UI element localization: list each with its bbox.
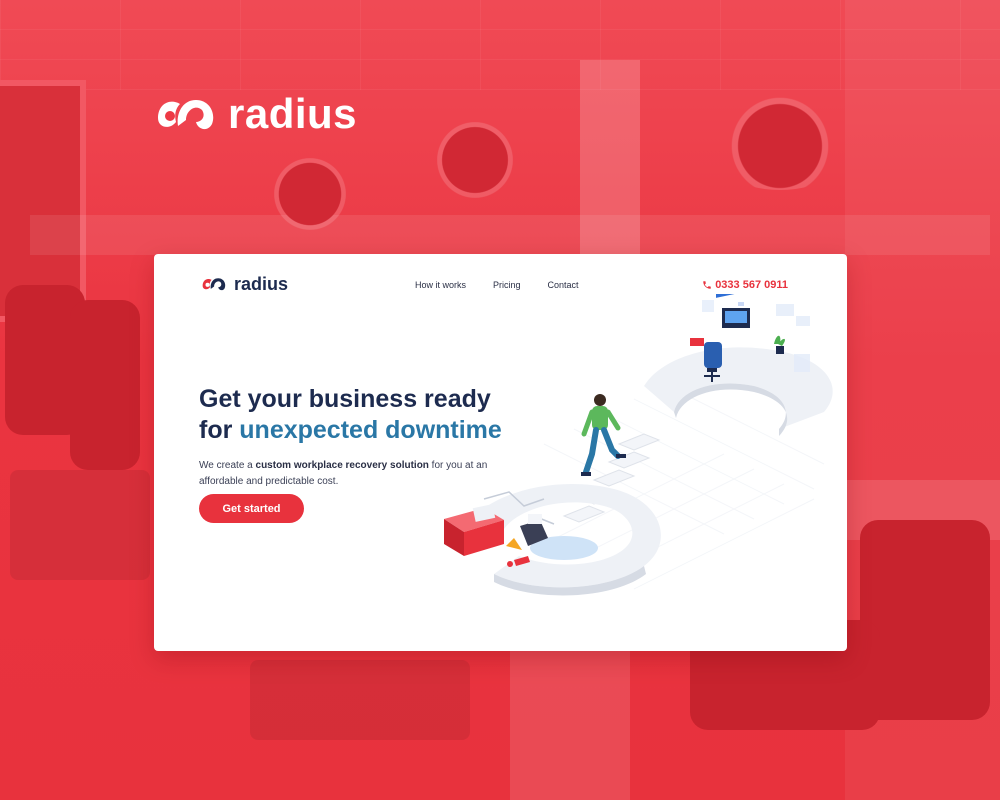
nav-logo-text: radius [234, 274, 289, 294]
plant-middle [420, 100, 530, 200]
phone-link[interactable]: 0333 567 0911 [702, 279, 788, 291]
radius-logo-icon [158, 100, 214, 130]
brand-wordmark: radius [228, 90, 358, 137]
nav-link-pricing[interactable]: Pricing [493, 280, 521, 290]
nav-links: How it works Pricing Contact [415, 280, 579, 290]
subtext-prefix: We create a [199, 460, 256, 471]
phone-number: 0333 567 0911 [715, 279, 788, 291]
nav-link-contact[interactable]: Contact [548, 280, 579, 290]
website-preview: radius How it works Pricing Contact 0333… [154, 254, 847, 651]
floor-shadow [250, 660, 470, 740]
plant-right [700, 80, 860, 190]
radius-logo-icon [202, 278, 226, 291]
headline-line-2-prefix: for [199, 416, 240, 444]
office-chair-back [70, 300, 140, 470]
filing-cabinet [510, 650, 630, 800]
plant-left [255, 140, 365, 230]
nav-logo[interactable]: radius [199, 275, 288, 293]
subtext-bold: custom workplace recovery solution [255, 460, 429, 471]
hero-illustration [444, 294, 833, 596]
phone-icon [703, 281, 711, 289]
brand-logo: radius [152, 92, 357, 136]
nav-link-how-it-works[interactable]: How it works [415, 280, 466, 290]
get-started-button[interactable]: Get started [199, 494, 304, 523]
chair-base-shadow [10, 470, 150, 580]
cubicle-partition [30, 215, 990, 255]
